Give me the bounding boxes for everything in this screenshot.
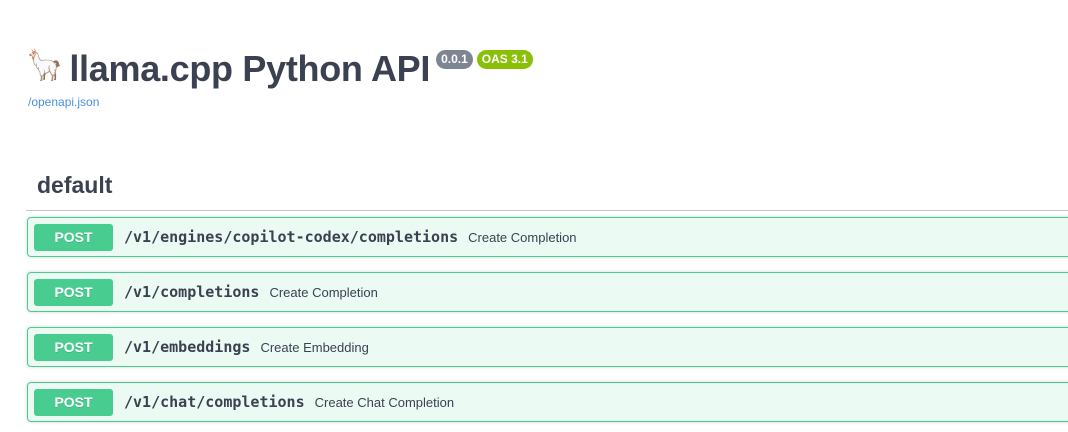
operation-summary: Create Embedding	[260, 339, 369, 355]
operation-summary: Create Completion	[269, 284, 378, 300]
opblock-post-completions[interactable]: POST /v1/completions Create Completion	[27, 272, 1068, 312]
title-row: 🦙 llama.cpp Python API 0.0.1 OAS 3.1	[26, 46, 533, 92]
openapi-json-link[interactable]: /openapi.json	[28, 95, 99, 109]
operation-path: /v1/completions	[124, 283, 260, 301]
operation-summary: Create Chat Completion	[314, 394, 455, 410]
llama-icon: 🦙	[26, 48, 64, 83]
operation-path: /v1/chat/completions	[124, 393, 305, 411]
operation-path: /v1/engines/copilot-codex/completions	[124, 228, 459, 246]
opblock-post-embeddings[interactable]: POST /v1/embeddings Create Embedding	[27, 327, 1068, 367]
method-badge: POST	[34, 278, 113, 306]
operation-summary: Create Completion	[468, 229, 577, 245]
version-badge: 0.0.1	[436, 50, 473, 69]
method-badge: POST	[34, 223, 113, 251]
oas-badge: OAS 3.1	[476, 50, 533, 69]
tag-divider	[26, 210, 1068, 211]
opblock-post-engines-copilot-codex-completions[interactable]: POST /v1/engines/copilot-codex/completio…	[27, 217, 1068, 257]
page-title: llama.cpp Python API	[69, 48, 431, 89]
tag-title-default[interactable]: default	[37, 172, 112, 199]
operation-path: /v1/embeddings	[124, 338, 251, 356]
opblock-post-chat-completions[interactable]: POST /v1/chat/completions Create Chat Co…	[27, 382, 1068, 422]
api-info: 🦙 llama.cpp Python API 0.0.1 OAS 3.1	[26, 46, 533, 92]
method-badge: POST	[34, 333, 113, 361]
method-badge: POST	[34, 388, 113, 416]
